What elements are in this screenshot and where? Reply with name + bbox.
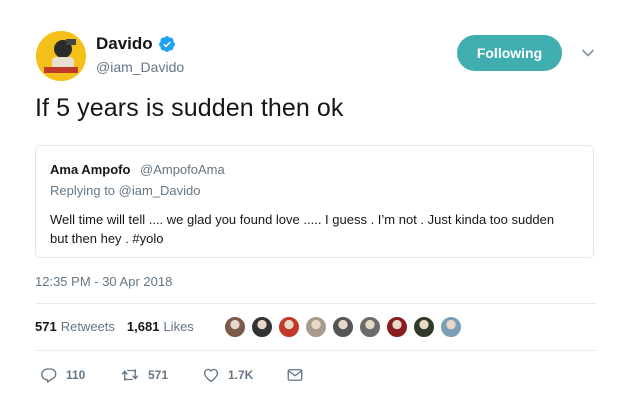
quoted-author-handle: @AmpofoAma	[140, 162, 225, 177]
retweet-icon	[121, 369, 139, 381]
following-button[interactable]: Following	[457, 35, 562, 71]
author-avatar[interactable]	[36, 31, 86, 81]
retweets-stat[interactable]: 571 Retweets	[35, 319, 115, 334]
author-name-text: Davido	[96, 34, 153, 53]
liker-avatars	[224, 316, 467, 338]
liker-avatar-7[interactable]	[386, 316, 408, 338]
author-name[interactable]: Davido	[96, 34, 176, 54]
quoted-tweet-text: Well time will tell .... we glad you fou…	[50, 212, 555, 246]
verified-badge-icon	[158, 36, 175, 52]
liker-avatar-8[interactable]	[413, 316, 435, 338]
liker-avatar-5[interactable]	[332, 316, 354, 338]
retweets-label: Retweets	[60, 319, 115, 334]
liker-avatar-1[interactable]	[224, 316, 246, 338]
tweet-actions: 110 571 1.7K	[40, 366, 312, 384]
chevron-down-icon[interactable]	[580, 45, 596, 61]
author-handle[interactable]: @iam_Davido	[96, 59, 184, 75]
likes-count: 1,681	[126, 319, 160, 334]
divider	[35, 303, 597, 304]
quoted-author-name: Ama Ampofo	[50, 162, 131, 177]
heart-icon	[203, 368, 219, 383]
direct-message-button[interactable]	[286, 366, 312, 384]
envelope-icon	[287, 369, 303, 381]
quoted-tweet[interactable]: Ama Ampofo @AmpofoAma Replying to @iam_D…	[35, 145, 594, 258]
liker-avatar-6[interactable]	[359, 316, 381, 338]
reply-count: 110	[66, 368, 86, 382]
tweet-stats: 571 Retweets 1,681 Likes	[35, 319, 194, 334]
davido-avatar-icon	[36, 31, 86, 81]
likes-label: Likes	[163, 319, 194, 334]
divider	[35, 350, 597, 351]
likes-stat[interactable]: 1,681 Likes	[127, 319, 194, 334]
liker-avatar-3[interactable]	[278, 316, 300, 338]
like-button[interactable]: 1.7K	[202, 366, 286, 384]
liker-avatar-9[interactable]	[440, 316, 462, 338]
liker-avatar-4[interactable]	[305, 316, 327, 338]
replying-to-label: Replying to @iam_Davido	[50, 183, 201, 198]
tweet-text: If 5 years is sudden then ok	[35, 94, 344, 122]
retweets-count: 571	[35, 319, 57, 334]
liker-avatar-2[interactable]	[251, 316, 273, 338]
retweet-button[interactable]: 571	[120, 366, 202, 384]
like-count: 1.7K	[228, 368, 254, 382]
reply-button[interactable]: 110	[40, 366, 120, 384]
reply-icon	[41, 368, 57, 383]
tweet-timestamp[interactable]: 12:35 PM - 30 Apr 2018	[35, 274, 172, 289]
retweet-count: 571	[148, 368, 169, 382]
